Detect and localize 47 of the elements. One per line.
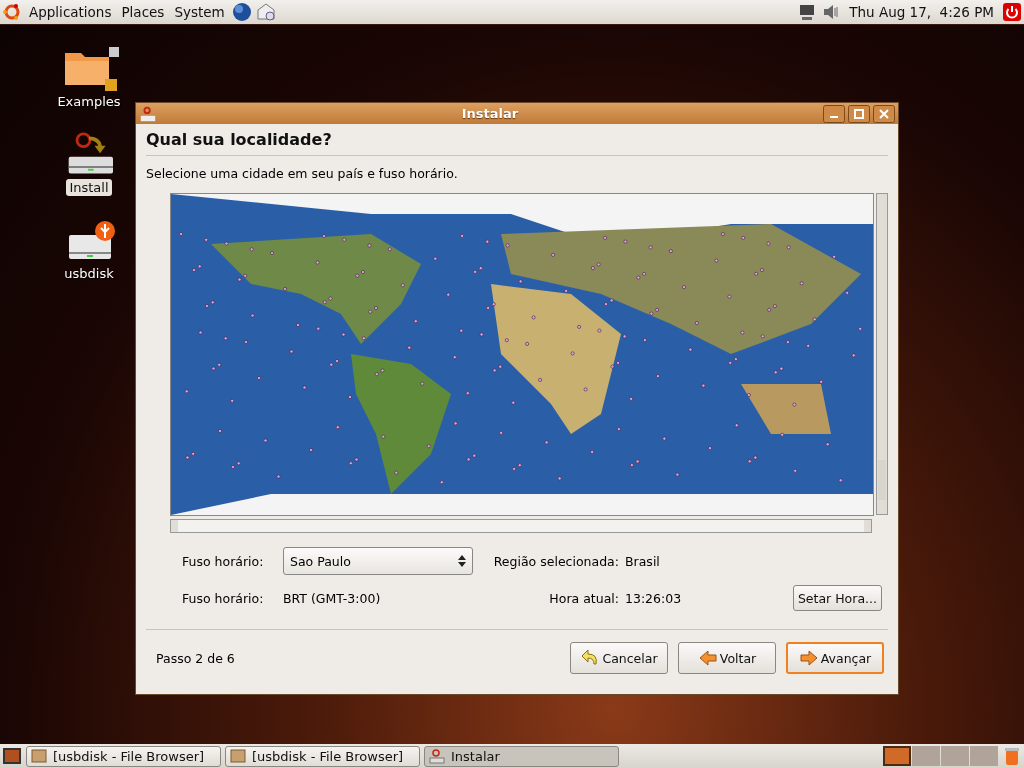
menu-item[interactable]: Applications: [26, 4, 115, 20]
back-button[interactable]: Voltar: [678, 642, 776, 674]
time-label: Hora atual:: [549, 590, 619, 606]
close-button[interactable]: [873, 104, 895, 123]
icon-label[interactable]: Install: [66, 179, 112, 196]
world-map-drawing[interactable]: [170, 193, 874, 516]
installer-icon: [429, 748, 445, 764]
folder-icon: [230, 748, 246, 764]
updown-arrow-icon: [458, 555, 466, 567]
clock[interactable]: Thu Aug 17, 4:26 PM: [845, 4, 998, 20]
vertical-scrollbar[interactable]: [876, 193, 888, 515]
maximize-button[interactable]: [848, 104, 870, 123]
show-desktop-icon[interactable]: [2, 746, 22, 766]
power-icon[interactable]: [1002, 2, 1022, 22]
right-arrow-icon: [798, 648, 819, 668]
instruction-text: Selecione uma cidade em seu país e fuso horário.: [146, 166, 459, 181]
icon-label[interactable]: usbdisk: [61, 265, 117, 282]
timezone-label: Fuso horário:: [182, 553, 265, 569]
horizontal-scrollbar[interactable]: [170, 519, 872, 533]
globe-icon[interactable]: [231, 2, 252, 22]
minimize-button[interactable]: [823, 104, 845, 123]
window-title: Instalar: [460, 106, 520, 121]
workspace-switcher-cell[interactable]: [912, 746, 940, 766]
workspace-switcher-cell[interactable]: [941, 746, 969, 766]
region-label: Região selecionada:: [493, 553, 619, 569]
taskbar-window-button[interactable]: [usbdisk - File Browser]: [225, 745, 420, 767]
menu-item[interactable]: System: [171, 4, 228, 20]
menu-item[interactable]: Places: [118, 4, 168, 20]
step-indicator: Passo 2 de 6: [156, 650, 236, 666]
workspace-switcher-cell[interactable]: [970, 746, 998, 766]
folder-icon: [31, 748, 47, 764]
region-value: Brasil: [625, 553, 661, 569]
forward-button[interactable]: Avançar: [786, 642, 884, 674]
installer-icon: [139, 104, 157, 123]
zone-label: Fuso horário:: [182, 590, 265, 606]
taskbar-window-button[interactable]: [usbdisk - File Browser]: [26, 745, 221, 767]
left-arrow-icon: [697, 648, 718, 668]
cancel-button[interactable]: Cancelar: [570, 642, 668, 674]
timezone-dropdown[interactable]: Sao Paulo: [283, 547, 473, 575]
time-value: 13:26:03: [625, 590, 683, 606]
workspace-switcher-cell[interactable]: [883, 746, 911, 766]
icon-label[interactable]: Examples: [54, 93, 124, 110]
set-time-button[interactable]: Setar Hora...: [792, 585, 882, 611]
page-heading: Qual sua localidade?: [146, 130, 333, 149]
logo-icon[interactable]: [2, 2, 22, 22]
taskbar-window-button[interactable]: Instalar: [424, 745, 619, 767]
zone-value: BRT (GMT-3:00): [283, 590, 382, 606]
